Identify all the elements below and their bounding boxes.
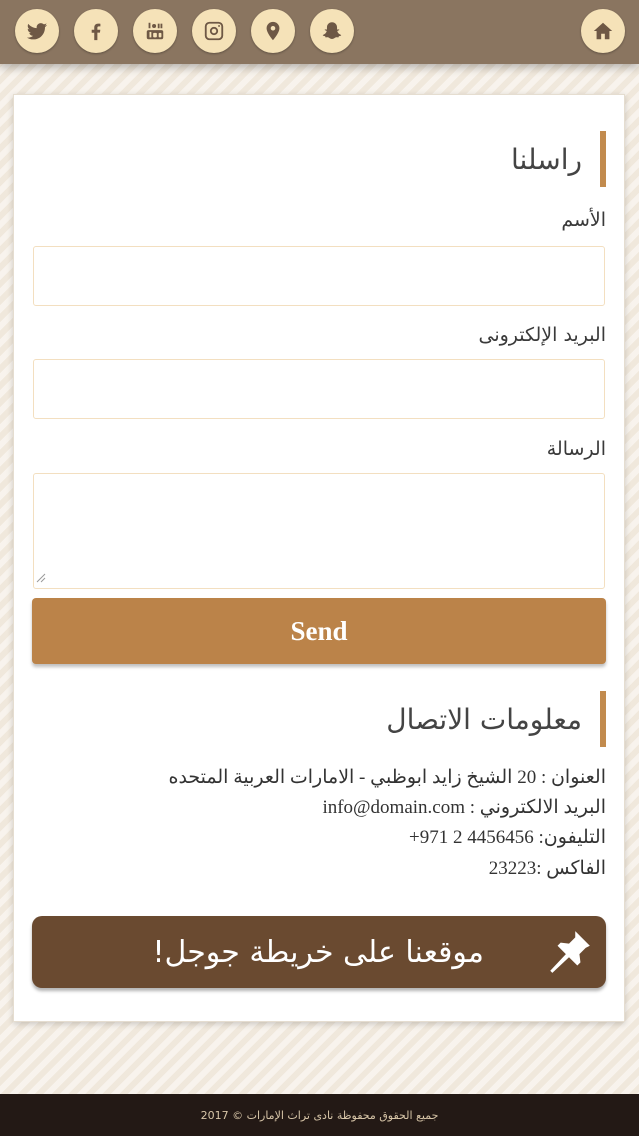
message-label: الرسالة [546,438,606,460]
name-label: الأسم [561,209,606,231]
contact-card: راسلنا الأسم البريد الإلكترونى الرسالة S… [13,94,625,1022]
fax-text: الفاكس :23223 [488,858,606,879]
message-textarea[interactable] [33,473,605,589]
facebook-icon[interactable] [74,9,118,53]
name-input[interactable] [33,246,605,306]
email-text: البريد الالكتروني : info@domain.com [322,797,606,818]
top-bar [0,0,639,64]
email-label: البريد الإلكترونى [478,324,607,346]
twitter-icon[interactable] [15,9,59,53]
resize-grip-icon[interactable] [36,573,46,583]
google-map-button[interactable]: موقعنا على خريطة جوجل! [32,916,606,988]
send-button[interactable]: Send [32,598,606,664]
contact-info-title: معلومات الاتصال [386,691,606,747]
map-pin-icon[interactable] [251,9,295,53]
home-icon[interactable] [581,9,625,53]
snapchat-icon[interactable] [310,9,354,53]
google-map-label: موقعنا على خريطة جوجل! [152,934,485,970]
contact-form-title: راسلنا [511,131,606,187]
phone-text: التليفون: 4456456 2 971+ [409,827,606,848]
pushpin-icon [550,931,590,973]
footer-copyright: 2017 © جميع الحقوق محفوظة نادى تراث الإم… [200,1108,439,1122]
email-input[interactable] [33,359,605,419]
youtube-icon[interactable] [133,9,177,53]
footer: 2017 © جميع الحقوق محفوظة نادى تراث الإم… [0,1094,639,1136]
address-text: العنوان : 20 الشيخ زايد ابوظبي - الامارا… [168,767,606,788]
instagram-icon[interactable] [192,9,236,53]
